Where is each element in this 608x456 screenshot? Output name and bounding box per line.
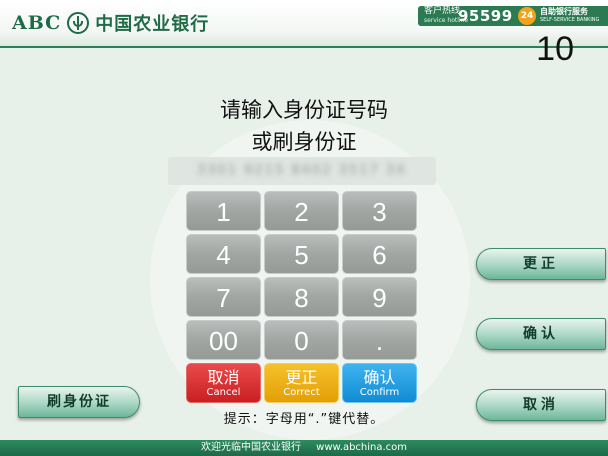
keypad-cancel-label-en: Cancel [206,387,241,398]
key-4[interactable]: 4 [186,234,261,274]
bank-emblem-icon [67,12,90,34]
key-3[interactable]: 3 [342,191,417,231]
countdown-timer: 10 [536,30,574,68]
correct-button[interactable]: 更正 [476,248,606,280]
keypad-cancel-label-cn: 取消 [207,368,240,387]
key-8[interactable]: 8 [264,277,339,317]
header-bar: ABC 中国农业银行 客户热线 service hotline 95599 24… [0,0,608,48]
key-1[interactable]: 1 [186,191,261,231]
prompt-line-2: 或刷身份证 [251,130,357,154]
confirm-button[interactable]: 确认 [476,318,606,350]
keypad-correct-label-en: Correct [283,387,320,398]
logo-bank-name: 中国农业银行 [95,14,210,35]
keypad-confirm-label-en: Confirm [359,387,400,398]
key-5[interactable]: 5 [264,234,339,274]
keypad-correct-label-cn: 更正 [285,368,318,387]
hotline-number: 95599 [458,7,513,25]
key-9[interactable]: 9 [342,277,417,317]
hotline-banner: 客户热线 service hotline 95599 24 自助银行服务 SEL… [418,6,608,26]
self-service-label-en: SELF-SERVICE BANKING [540,17,600,23]
key-dot[interactable]: . [342,320,417,360]
keypad-cancel-button[interactable]: 取消 Cancel [186,363,261,403]
keypad-confirm-button[interactable]: 确认 Confirm [342,363,417,403]
key-2[interactable]: 2 [264,191,339,231]
id-number-value-blurred: 3301 9215 8402 3517 3X [196,163,408,178]
id-number-field[interactable]: 3301 9215 8402 3517 3X [168,157,436,185]
prompt-line-1: 请输入身份证号码 [220,98,388,122]
key-0[interactable]: 0 [264,320,339,360]
keypad-confirm-label-cn: 确认 [363,368,396,387]
bank-logo: ABC 中国农业银行 [12,11,209,35]
keypad-correct-button[interactable]: 更正 Correct [264,363,339,403]
footer-welcome: 欢迎光临中国农业银行 [200,442,301,453]
footer-bar: 欢迎光临中国农业银行 www.abchina.com [0,440,608,456]
24-hour-badge-icon: 24 [518,7,536,25]
self-service-label-cn: 自助银行服务 [540,7,588,16]
input-hint: 提示：字母用“.”键代替。 [223,412,385,427]
key-00[interactable]: 00 [186,320,261,360]
key-7[interactable]: 7 [186,277,261,317]
self-service-label: 自助银行服务 SELF-SERVICE BANKING [540,8,599,24]
logo-abc-text: ABC [12,12,62,34]
footer-url: www.abchina.com [316,442,408,453]
key-6[interactable]: 6 [342,234,417,274]
